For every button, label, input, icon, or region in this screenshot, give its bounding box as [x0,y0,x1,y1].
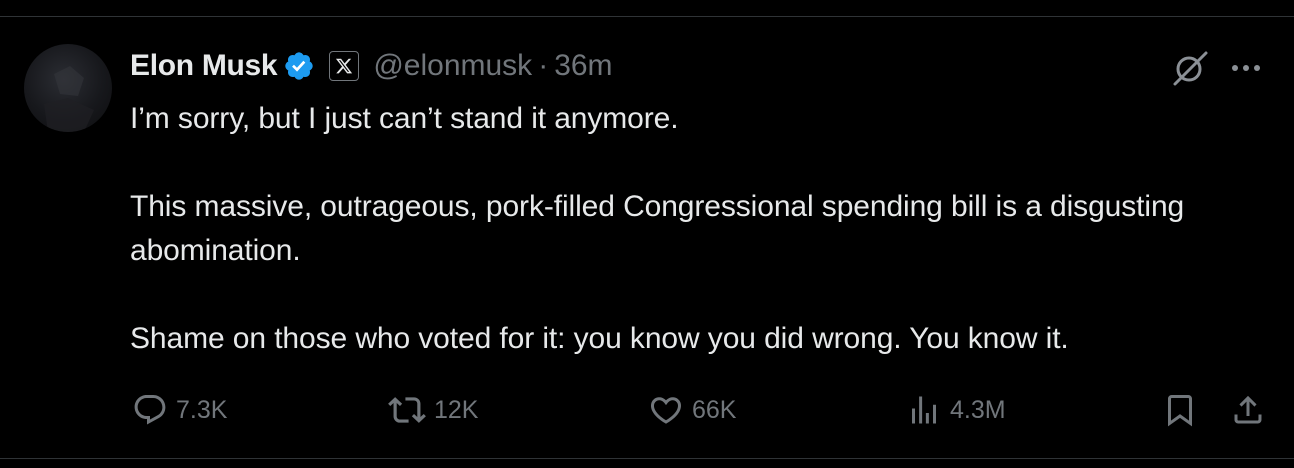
tweet-paragraph: I’m sorry, but I just can’t stand it any… [130,102,679,135]
tweet-paragraph: This massive, outrageous, pork-filled Co… [130,190,1185,267]
repost-button[interactable]: 12K [388,390,478,430]
view-count: 4.3M [950,395,1006,424]
heart-icon [650,397,682,424]
x-logo-icon[interactable] [329,51,360,81]
more-icon[interactable] [1228,52,1264,84]
views-chart-icon [912,396,936,424]
reply-icon [134,395,166,425]
separator-dot: · [538,49,549,82]
author-display-name[interactable]: Elon Musk [130,49,278,83]
top-divider [0,16,1294,17]
bookmark-button[interactable] [1162,390,1198,430]
share-icon [1234,395,1262,424]
author-handle[interactable]: @elonmusk [373,49,532,83]
bottom-divider [0,458,1294,459]
views-button[interactable]: 4.3M [906,390,1006,430]
like-count: 66K [692,395,737,424]
repost-count: 12K [434,395,479,424]
share-button[interactable] [1230,390,1266,430]
repost-icon [388,397,426,423]
reply-button[interactable]: 7.3K [132,390,227,430]
tweet-paragraph: Shame on those who voted for it: you kno… [130,322,1069,355]
tweet-header: Elon Musk @elonmusk · 36m [130,46,613,86]
grok-icon[interactable] [1170,48,1210,88]
like-button[interactable]: 66K [648,390,736,430]
avatar[interactable] [24,44,112,132]
verified-badge-icon[interactable] [283,50,315,82]
tweet-text: I’m sorry, but I just can’t stand it any… [130,97,1260,361]
avatar-image [44,66,94,132]
tweet-timestamp[interactable]: 36m [554,49,612,83]
bookmark-icon [1168,395,1192,427]
reply-count: 7.3K [176,395,228,424]
